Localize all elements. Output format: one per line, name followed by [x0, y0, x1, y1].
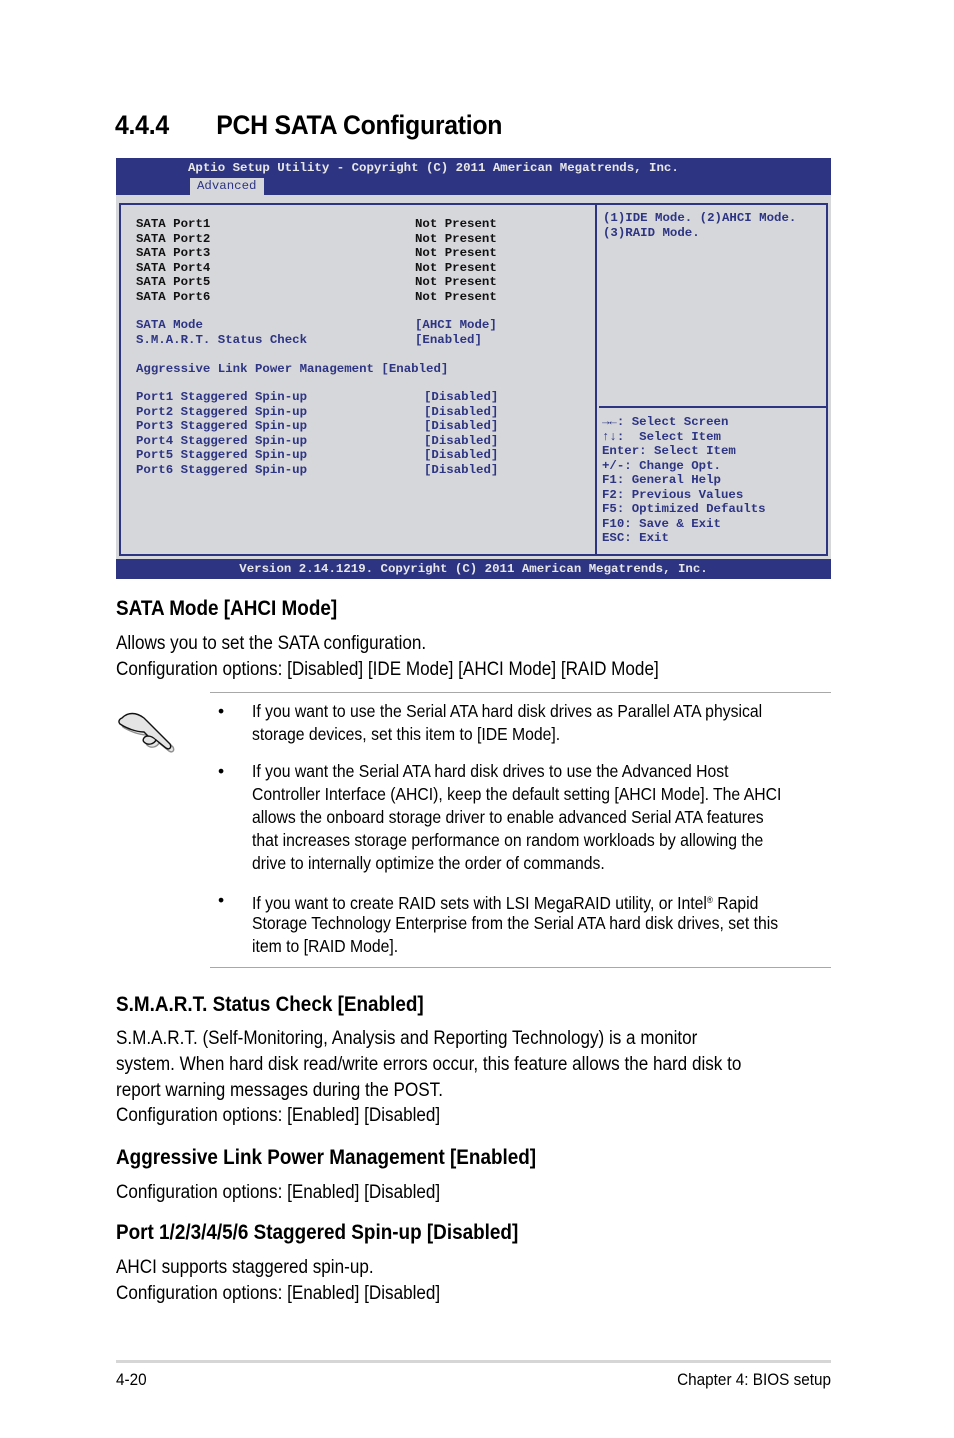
spinup-heading: Port 1/2/3/4/5/6 Staggered Spin-up [Disa…	[116, 1221, 519, 1244]
note-box: • If you want to use the Serial ATA hard…	[210, 692, 831, 968]
section-title: 4.4.4 PCH SATA Configuration	[115, 110, 502, 141]
bios-footer: Version 2.14.1219. Copyright (C) 2011 Am…	[116, 559, 831, 579]
port-status: Not Present	[415, 231, 497, 246]
port-status: Not Present	[415, 260, 497, 275]
tab-advanced[interactable]: Advanced	[190, 178, 264, 195]
setting-value[interactable]: [Disabled]	[424, 390, 498, 404]
bios-header: Aptio Setup Utility - Copyright (C) 2011…	[116, 158, 831, 195]
setting-label: Port5 Staggered Spin-up	[136, 448, 308, 462]
port-label: SATA Port2	[136, 231, 211, 246]
key-help-f5: F5: Optimized Defaults	[602, 502, 766, 516]
setting-label: Port2 Staggered Spin-up	[136, 404, 308, 419]
note-line: If you want to use the Serial ATA hard d…	[252, 701, 763, 721]
help-line: (1)IDE Mode. (2)AHCI Mode.	[603, 211, 797, 225]
smart-description: system. When hard disk read/write errors…	[116, 1054, 742, 1075]
note-line: that increases storage performance on ra…	[252, 830, 764, 850]
key-help-enter: Enter: Select Item	[602, 444, 736, 458]
port-label: SATA Port5	[136, 275, 211, 289]
port-status: Not Present	[415, 275, 497, 289]
bios-panel: SATA Port1 Not Present SATA Port2 Not Pres…	[119, 203, 828, 556]
bullet: •	[218, 890, 225, 910]
section-heading: PCH SATA Configuration	[216, 110, 503, 140]
smart-options: Configuration options: [Enabled] [Disabl…	[116, 1105, 441, 1126]
port-label: SATA Port4	[136, 260, 211, 275]
sata-mode-heading: SATA Mode [AHCI Mode]	[116, 597, 338, 620]
key-help-f1: F1: General Help	[602, 473, 721, 487]
setting-label: Port3 Staggered Spin-up	[136, 419, 308, 433]
chapter-label: Chapter 4: BIOS setup	[677, 1370, 831, 1389]
port-label: SATA Port1	[136, 217, 211, 231]
bios-screenshot: Aptio Setup Utility - Copyright (C) 2011…	[116, 158, 831, 579]
spinup-description: AHCI supports staggered spin-up.	[116, 1257, 374, 1278]
help-line: (3)RAID Mode.	[603, 225, 700, 240]
pointing-hand-icon	[118, 712, 175, 753]
setting-value[interactable]: [Enabled]	[415, 333, 482, 347]
section-number: 4.4.4	[115, 110, 169, 140]
bios-settings-list: SATA Port1 Not Present SATA Port2 Not Pres…	[121, 205, 597, 554]
setting-label: Port4 Staggered Spin-up	[136, 433, 308, 448]
note-line: drive to internally optimize the order o…	[252, 853, 605, 873]
smart-description: S.M.A.R.T. (Self-Monitoring, Analysis an…	[116, 1028, 698, 1049]
alpm-heading: Aggressive Link Power Management [Enable…	[116, 1146, 537, 1169]
setting-value[interactable]: [Disabled]	[424, 448, 498, 462]
port-label: SATA Port3	[136, 246, 211, 260]
note-line: Controller Interface (AHCI), keep the de…	[252, 784, 782, 804]
key-help-select-item: ↑↓: Select Item	[602, 429, 721, 444]
port-label: SATA Port6	[136, 289, 211, 304]
note-line: allows the onboard storage driver to ena…	[252, 807, 764, 827]
page-number: 4-20	[116, 1370, 147, 1389]
port-status: Not Present	[415, 246, 497, 260]
alpm-options: Configuration options: [Enabled] [Disabl…	[116, 1182, 441, 1203]
bullet: •	[218, 701, 225, 721]
key-help-esc: ESC: Exit	[602, 531, 669, 545]
bios-title: Aptio Setup Utility - Copyright (C) 2011…	[188, 161, 679, 175]
bullet: •	[218, 761, 225, 781]
setting-value[interactable]: [AHCI Mode]	[415, 318, 497, 332]
setting-label: Aggressive Link Power Management	[136, 361, 374, 376]
setting-label: Port1 Staggered Spin-up	[136, 390, 308, 404]
setting-label: SATA Mode	[136, 318, 203, 332]
setting-value[interactable]: [Disabled]	[424, 419, 498, 433]
item-help: (1)IDE Mode. (2)AHCI Mode. (3)RAID Mode.	[599, 205, 826, 408]
footer-divider	[116, 1360, 831, 1363]
spinup-options: Configuration options: [Enabled] [Disabl…	[116, 1283, 441, 1304]
note-line: item to [RAID Mode].	[252, 936, 399, 956]
key-help-change-opt: +/-: Change Opt.	[602, 458, 721, 473]
setting-value[interactable]: [Disabled]	[424, 463, 498, 477]
note-text: If you want to create RAID sets with LSI…	[252, 893, 707, 913]
note-line: If you want the Serial ATA hard disk dri…	[252, 761, 729, 781]
note-line: storage devices, set this item to [IDE M…	[252, 724, 561, 744]
key-help-select-screen: →←: Select Screen	[602, 415, 729, 429]
note-text: Rapid	[712, 893, 759, 913]
key-help-f10: F10: Save & Exit	[602, 516, 721, 531]
port-status: Not Present	[415, 289, 497, 304]
setting-value[interactable]: [Disabled]	[424, 405, 498, 419]
setting-value[interactable]: [Disabled]	[424, 434, 498, 448]
alpm-setting[interactable]: Aggressive Link Power Management [Enable…	[136, 362, 448, 376]
note-line: Storage Technology Enterprise from the S…	[252, 913, 779, 933]
setting-value[interactable]: [Enabled]	[381, 362, 448, 376]
sata-mode-options: Configuration options: [Disabled] [IDE M…	[116, 659, 659, 680]
setting-label: Port6 Staggered Spin-up	[136, 462, 308, 477]
port-status: Not Present	[415, 217, 497, 231]
bios-help-panel: (1)IDE Mode. (2)AHCI Mode. (3)RAID Mode.…	[599, 205, 826, 554]
smart-description: report warning messages during the POST.	[116, 1080, 443, 1101]
sata-mode-description: Allows you to set the SATA configuration…	[116, 633, 427, 654]
smart-heading: S.M.A.R.T. Status Check [Enabled]	[116, 993, 424, 1016]
setting-label: S.M.A.R.T. Status Check	[136, 332, 308, 347]
key-help-f2: F2: Previous Values	[602, 487, 744, 502]
